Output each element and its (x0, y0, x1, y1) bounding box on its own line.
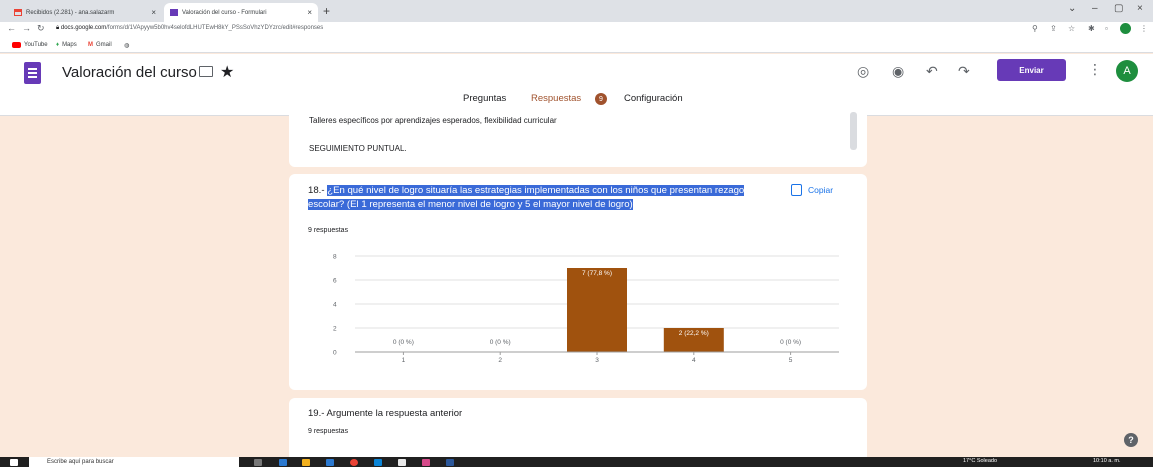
y-tick-label: 0 (333, 350, 337, 357)
weather-text[interactable]: 17°C Soleado (963, 458, 997, 464)
clock[interactable]: 10:10 a. m. (1093, 458, 1121, 464)
data-label: 0 (0 %) (490, 339, 511, 346)
responses-count-badge: 9 (595, 93, 607, 105)
new-tab-icon[interactable]: + (323, 4, 330, 18)
data-label: 7 (77,8 %) (582, 270, 612, 277)
tab-responses[interactable]: Respuestas (531, 93, 581, 104)
tab-search-icon[interactable]: ⌄ (1068, 3, 1076, 14)
y-tick-label: 2 (333, 326, 337, 333)
browser-tab-strip: Recibidos (2.281) - ana.salazarm × Valor… (0, 0, 1153, 22)
bookmark-star-icon[interactable]: ☆ (1068, 24, 1075, 33)
forms-icon (170, 9, 178, 16)
question-card: 18.- ¿En qué nivel de logro situaría las… (289, 174, 867, 390)
tab-settings[interactable]: Configuración (624, 93, 683, 104)
url-domain: docs.google.com (60, 25, 107, 31)
app-icon[interactable] (374, 459, 382, 466)
mail-app-icon[interactable] (279, 459, 287, 466)
y-tick-label: 8 (333, 254, 337, 261)
app-icon[interactable] (422, 459, 430, 466)
answer-text: SEGUIMIENTO PUNTUAL. (309, 144, 407, 153)
gmail-icon (14, 9, 22, 16)
undo-icon[interactable]: ↶ (926, 63, 938, 80)
bookmark-label: YouTube (24, 42, 48, 48)
tab-label: Recibidos (2.281) - ana.salazarm (26, 9, 115, 16)
y-tick-label: 6 (333, 278, 337, 285)
document-title[interactable]: Valoración del curso (62, 64, 197, 81)
browser-tab-forms[interactable]: Valoración del curso - Formulari × (164, 3, 318, 22)
bookmark-gmail[interactable]: M Gmail (88, 42, 112, 48)
forms-logo-icon[interactable] (24, 62, 41, 84)
question-title: 19.- Argumente la respuesta anterior (308, 408, 463, 419)
reload-icon[interactable]: ↻ (37, 23, 45, 34)
tab-questions[interactable]: Preguntas (463, 93, 506, 104)
bookmark-label: Maps (62, 42, 77, 48)
maximize-icon[interactable]: ▢ (1114, 3, 1123, 14)
tab-label: Valoración del curso - Formulari (182, 9, 267, 16)
bookmarks-bar: YouTube ♦ Maps M Gmail ◍ (0, 39, 1153, 53)
gmail-icon: M (88, 42, 93, 48)
star-icon[interactable]: ★ (220, 62, 234, 82)
x-tick-label: 2 (498, 357, 502, 364)
bookmark-youtube[interactable]: YouTube (12, 42, 48, 48)
data-label: 2 (22,2 %) (679, 330, 709, 337)
taskbar-search[interactable]: Escribe aquí para buscar (29, 457, 239, 467)
task-view-icon[interactable] (254, 459, 262, 466)
palette-icon[interactable]: ◎ (857, 63, 869, 80)
answers-card: Talleres específicos por aprendizajes es… (289, 112, 867, 167)
lock-icon: 🔒︎ (56, 25, 60, 31)
bar (567, 268, 627, 352)
edge-icon[interactable] (326, 459, 334, 466)
chrome-icon[interactable] (350, 459, 358, 466)
extensions-icon[interactable]: ✱ (1088, 24, 1095, 33)
files-app-icon[interactable] (302, 459, 310, 466)
share-icon[interactable]: ⇪ (1050, 24, 1057, 33)
answers-scrollbar[interactable] (850, 112, 857, 150)
close-window-icon[interactable]: × (1137, 3, 1143, 14)
y-tick-label: 4 (333, 302, 337, 309)
data-label: 0 (0 %) (780, 339, 801, 346)
youtube-icon (12, 42, 21, 48)
bar-chart: 0246810 (0 %)20 (0 %)37 (77,8 %)42 (22,2… (333, 254, 839, 364)
close-tab-icon[interactable]: × (151, 8, 156, 17)
help-icon[interactable]: ? (1124, 433, 1138, 447)
windows-start-icon[interactable] (10, 459, 18, 466)
word-icon[interactable] (446, 459, 454, 466)
profile-icon[interactable] (1120, 23, 1131, 34)
globe-icon: ◍ (124, 43, 130, 49)
more-options-icon[interactable]: ⋮ (1088, 61, 1102, 78)
browser-tab-gmail[interactable]: Recibidos (2.281) - ana.salazarm × (8, 3, 162, 22)
x-tick-label: 4 (692, 357, 696, 364)
zoom-icon[interactable]: ⚲ (1032, 24, 1038, 33)
minimize-icon[interactable]: – (1092, 3, 1098, 14)
url-path: /forms/d/1VApyyw5b0hv4selofdLHUTEwH8kY_P… (106, 25, 324, 31)
x-tick-label: 3 (595, 357, 599, 364)
url-field[interactable]: 🔒︎ docs.google.com/forms/d/1VApyyw5b0hv4… (56, 25, 323, 32)
question-card: 19.- Argumente la respuesta anterior 9 r… (289, 398, 867, 458)
answer-text: Talleres específicos por aprendizajes es… (309, 116, 557, 125)
avatar[interactable]: A (1116, 60, 1138, 82)
x-tick-label: 5 (789, 357, 793, 364)
response-count: 9 respuestas (308, 428, 349, 435)
send-button[interactable]: Enviar (997, 59, 1066, 81)
bookmark-maps[interactable]: ♦ Maps (56, 42, 77, 48)
redo-icon[interactable]: ↷ (958, 63, 970, 80)
back-icon[interactable]: ← (7, 23, 16, 33)
close-tab-icon[interactable]: × (307, 8, 312, 17)
browser-menu-icon[interactable]: ⋮ (1140, 24, 1148, 33)
forward-icon[interactable]: → (22, 23, 31, 33)
sidebar-icon[interactable]: ▫ (1105, 24, 1108, 33)
bookmark-globe[interactable]: ◍ (124, 42, 129, 49)
folder-icon[interactable] (199, 66, 213, 77)
x-tick-label: 1 (402, 357, 406, 364)
preview-eye-icon[interactable]: ◉ (892, 63, 904, 80)
bookmark-label: Gmail (96, 42, 112, 48)
maps-icon: ♦ (56, 42, 60, 48)
app-icon[interactable] (398, 459, 406, 466)
data-label: 0 (0 %) (393, 339, 414, 346)
